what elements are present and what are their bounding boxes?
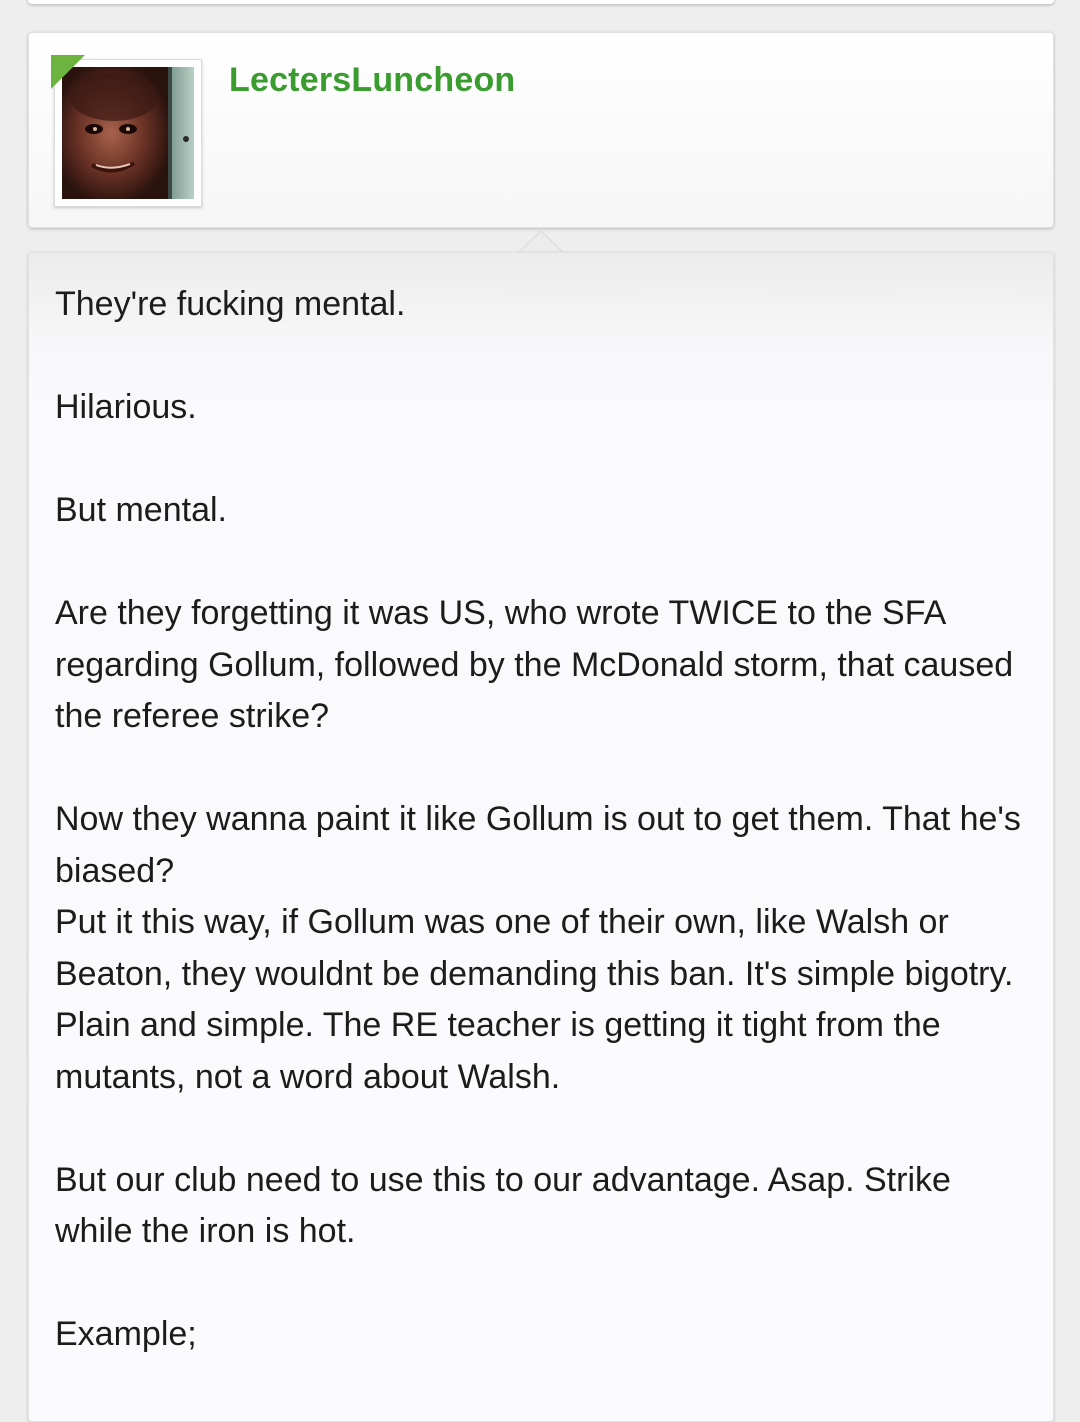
post-message-body: They're fucking mental. Hilarious. But m… (55, 279, 1030, 1412)
post-message-card: They're fucking mental. Hilarious. But m… (28, 252, 1054, 1422)
online-status-icon (51, 55, 85, 89)
post-paragraph: They're fucking mental. (55, 285, 406, 323)
post-paragraph: But our club need to use this to our adv… (55, 1160, 951, 1251)
post-paragraph: But mental. (55, 491, 227, 529)
previous-post-card (28, 0, 1054, 4)
post-paragraph: Put it this way, if Gollum was one of th… (55, 903, 1014, 1096)
post-paragraph: Hilarious. (55, 388, 197, 426)
post-paragraph: Example; (55, 1315, 197, 1353)
username-link[interactable]: LectersLuncheon (229, 61, 515, 100)
speech-pointer-fill (519, 232, 563, 253)
post-paragraph: Are they forgetting it was US, who wrote… (55, 594, 1014, 735)
post-paragraph: Now they wanna paint it like Gollum is o… (55, 800, 1021, 890)
post-author-card: LectersLuncheon (28, 32, 1054, 228)
